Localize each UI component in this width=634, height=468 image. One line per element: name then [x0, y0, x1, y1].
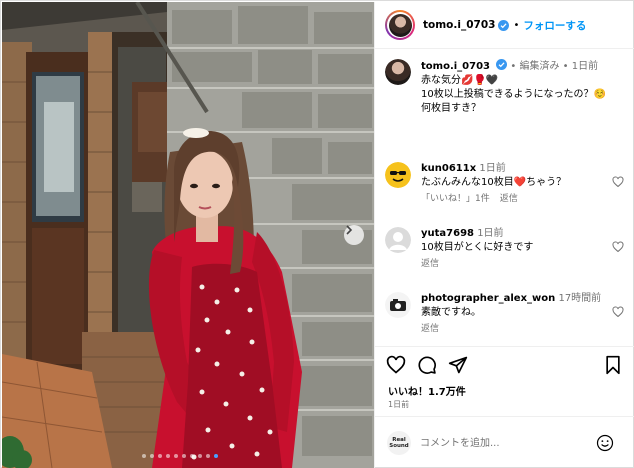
like-comment-heart-icon[interactable] [612, 306, 624, 318]
emoji-smiley-icon[interactable] [596, 434, 614, 452]
comment-text: たぶんみんな10枚目❤️ちゃう？ [421, 177, 567, 188]
carousel-dot [142, 454, 146, 458]
follow-button[interactable]: フォローする [523, 18, 586, 33]
comment-item: photographer_alex_won 17時間前 素敵ですね。 返信 [385, 292, 630, 346]
carousel-dot [174, 454, 178, 458]
reply-button[interactable]: 返信 [500, 192, 518, 206]
camera-drawing-icon [385, 292, 411, 318]
carousel-dot [150, 454, 154, 458]
comment-text: 10枚目がとくに好きです [421, 242, 534, 253]
caption-meta: • 編集済み • 1日前 [510, 61, 599, 72]
author-avatar[interactable] [385, 10, 415, 40]
carousel-dot [158, 454, 162, 458]
caption-avatar[interactable] [385, 59, 411, 85]
post-header: tomo.i_0703 • フォローする [375, 2, 634, 49]
carousel-dot [206, 454, 210, 458]
post-date[interactable]: 1日前 [388, 399, 409, 410]
add-comment-bar: Real Sound [375, 416, 634, 468]
comment-username[interactable]: photographer_alex_won [421, 293, 555, 304]
photo-illustration [2, 2, 374, 468]
comment-like-count[interactable]: 「いいね！」1件 [421, 192, 490, 206]
author-avatar-image [388, 13, 412, 37]
comment-text: 素敵ですね。 [421, 307, 481, 318]
comment-item: yuta7698 1日前 10枚目がとくに好きです 返信 [385, 227, 630, 283]
like-comment-heart-icon[interactable] [612, 241, 624, 253]
like-comment-heart-icon[interactable] [612, 176, 624, 188]
bookmark-save-icon[interactable] [603, 355, 623, 375]
logo-text-line: Sound [389, 443, 409, 449]
comment-item: kun0611x 1日前 たぶんみんな10枚目❤️ちゃう？ 「いいね！」1件 返… [385, 162, 630, 218]
current-user-avatar: Real Sound [387, 431, 411, 455]
like-count[interactable]: いいね！1.7万件 [388, 383, 466, 398]
comment-time: 1日前 [479, 163, 506, 174]
carousel-dot [214, 454, 218, 458]
carousel-dot [198, 454, 202, 458]
carousel-indicator [142, 454, 218, 458]
share-paper-plane-icon[interactable] [448, 355, 468, 375]
header-username[interactable]: tomo.i_0703 [423, 19, 495, 31]
header-separator: • [513, 19, 520, 31]
post-action-bar: いいね！1.7万件 1日前 [375, 346, 634, 416]
comment-avatar[interactable] [385, 162, 411, 188]
comments-scroll-area[interactable]: tomo.i_0703 • 編集済み • 1日前 赤な気分💋🥊🖤 10枚以上投稿… [375, 50, 634, 346]
post-photo[interactable] [2, 2, 374, 468]
comment-time: 1日前 [477, 228, 504, 239]
comment-avatar[interactable] [385, 227, 411, 253]
carousel-dot [182, 454, 186, 458]
post-side-panel: tomo.i_0703 • フォローする tomo.i_0703 • 編集済み … [374, 2, 634, 468]
reply-button[interactable]: 返信 [421, 257, 439, 271]
caption-username[interactable]: tomo.i_0703 [421, 61, 490, 72]
default-avatar-icon [385, 227, 411, 253]
reply-button[interactable]: 返信 [421, 322, 439, 336]
comment-username[interactable]: yuta7698 [421, 228, 474, 239]
next-photo-button[interactable] [344, 225, 364, 245]
chevron-right-icon [346, 225, 353, 235]
like-heart-icon[interactable] [386, 355, 406, 375]
comment-time: 17時間前 [558, 293, 602, 304]
carousel-dot [166, 454, 170, 458]
caption-line: 赤な気分💋🥊🖤 [421, 75, 499, 86]
comment-avatar[interactable] [385, 292, 411, 318]
comment-input[interactable] [420, 435, 590, 451]
comment-username[interactable]: kun0611x [421, 163, 476, 174]
caption-line: 何枚目すき？ [421, 103, 481, 114]
verified-badge-icon [496, 59, 508, 70]
caption-line: 10枚以上投稿できるようになったの？☺️ [421, 89, 606, 100]
comment-bubble-icon[interactable] [417, 355, 437, 375]
instagram-post-window: tomo.i_0703 • フォローする tomo.i_0703 • 編集済み … [0, 0, 634, 468]
sunglasses-smiley-icon [385, 162, 411, 188]
verified-badge-icon [498, 19, 510, 31]
carousel-dot [190, 454, 194, 458]
